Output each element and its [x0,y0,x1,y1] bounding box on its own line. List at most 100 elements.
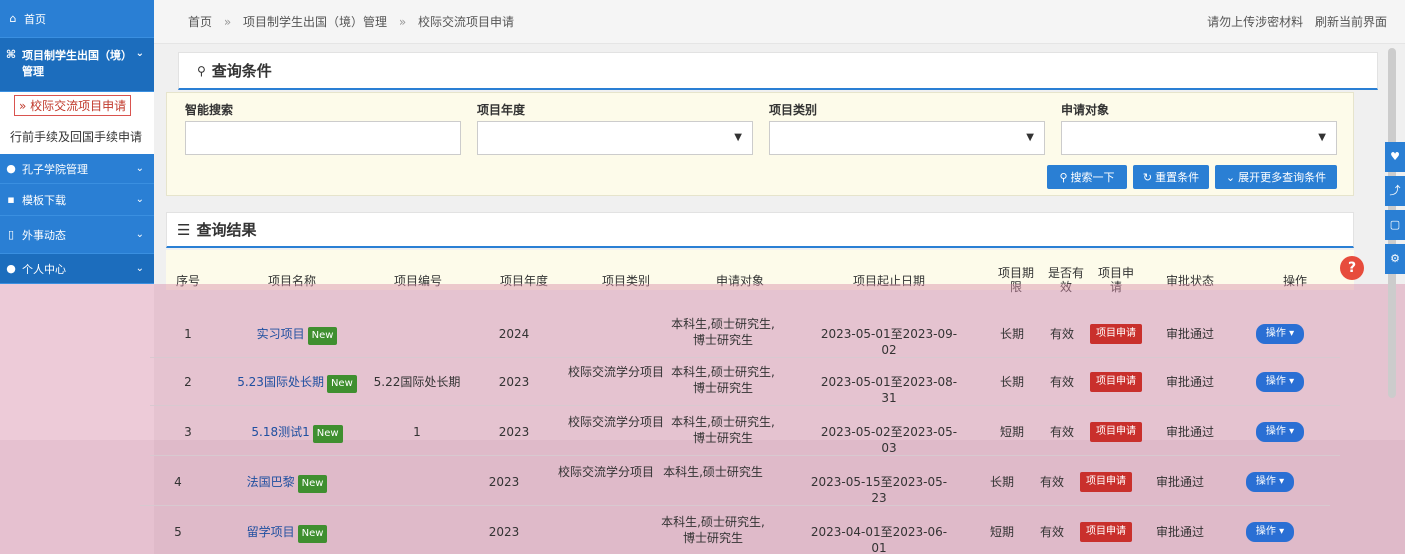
cell-no: 5 [174,525,182,539]
cell-year: 2024 [498,327,530,341]
table-row: 4 法国巴黎 New 2023 校际交流学分项目 本科生,硕士研究生 2023-05-15至… [140,456,1330,506]
header-target[interactable]: 申请对象 [680,274,800,288]
document-icon[interactable]: ▢ [1385,210,1405,240]
apply-button[interactable]: 项目申请 [1090,422,1142,442]
cell-category: 校际交流学分项目 [567,415,664,429]
search-icon: ⚲ [197,63,206,78]
cell-code: 1 [413,425,421,439]
operation-label: 操作 [1255,476,1276,487]
search-button[interactable]: ⚲ 搜索一下 [1047,165,1127,189]
caret-down-icon: ▾ [1275,526,1285,537]
operation-dropdown[interactable]: 操作 ▾ [1255,422,1305,442]
sidebar-item-home[interactable]: ⌂ 首页 [0,0,154,38]
cell-valid: 有效 [1049,425,1074,439]
project-name-link[interactable]: 留学项目 [247,525,295,539]
sidebar-item-label: 项目制学生出国（境）管理 [22,49,132,78]
cell-target: 本科生,硕士研究生 [663,465,763,479]
cell-no: 2 [184,375,192,389]
sidebar-item-confucius[interactable]: ● 孔子学院管理 ⌄ [0,154,154,184]
apply-button[interactable]: 项目申请 [1080,472,1132,492]
year-select[interactable] [477,121,753,155]
apply-button[interactable]: 项目申请 [1090,324,1142,344]
cell-term: 长期 [999,327,1024,341]
target-select[interactable] [1061,121,1337,155]
header-operation: 操作 [1282,274,1307,288]
breadcrumb-level1[interactable]: 项目制学生出国（境）管理 [243,15,387,29]
operation-dropdown[interactable]: 操作 ▾ [1245,522,1295,542]
user-icon: ● [6,262,16,275]
category-label: 项目类别 [769,103,818,117]
header-code[interactable]: 项目编号 [368,274,468,288]
sidebar-item-label: 校际交流项目申请 [30,98,127,113]
sidebar-item-personal[interactable]: ● 个人中心 ⌄ [0,254,154,284]
sidebar-item-templates[interactable]: ▪ 模板下载 ⌄ [0,184,154,216]
cell-target: 本科生,硕士研究生,博士研究生 [671,317,775,347]
settings-icon[interactable]: ⚙ [1385,244,1405,274]
search-icon: ⚲ [1059,170,1068,184]
circle-icon: ● [6,162,16,175]
operation-cell: 操作 ▾ [1250,324,1310,344]
sidebar-item-label: 个人中心 [22,262,66,276]
project-name-link[interactable]: 实习项目 [257,327,305,341]
expand-conditions-button[interactable]: ⌄ 展开更多查询条件 [1215,165,1337,189]
category-select[interactable] [769,121,1045,155]
chevron-down-icon: ⌄ [135,229,144,240]
cell-dates: 2023-04-01至2023-06-01 [810,525,948,554]
cell-year: 2023 [488,525,520,539]
operation-dropdown[interactable]: 操作 ▾ [1255,372,1305,392]
right-toolbar: ♥ ⤴ ▢ ⚙ [1383,96,1405,296]
cell-status: 审批通过 [1165,327,1214,341]
apply-cell: 项目申请 [1086,324,1146,344]
operation-label: 操作 [1265,376,1286,387]
operation-dropdown[interactable]: 操作 ▾ [1245,472,1295,492]
smart-search-label: 智能搜索 [185,103,234,117]
breadcrumb-separator: » [223,15,232,29]
smart-search-input[interactable] [185,121,461,155]
cell-status: 审批通过 [1165,425,1214,439]
header-valid[interactable]: 是否有效 [1048,266,1084,294]
refresh-link[interactable]: 刷新当前界面 [1315,15,1387,29]
query-title: 查询条件 [211,62,272,80]
download-icon: ▪ [7,193,15,206]
project-name-link[interactable]: 5.23国际处长期 [237,375,324,389]
project-name-cell: 留学项目 New [212,524,362,543]
apply-button[interactable]: 项目申请 [1080,522,1132,542]
query-panel-header: ⚲ 查询条件 [178,52,1378,90]
cell-year: 2023 [498,375,530,389]
operation-dropdown[interactable]: 操作 ▾ [1255,324,1305,344]
sidebar-item-project[interactable]: ⌘ 项目制学生出国（境）管理 ⌄ [0,38,154,92]
operation-cell: 操作 ▾ [1250,422,1310,442]
operation-cell: 操作 ▾ [1240,522,1300,542]
share-icon[interactable]: ⤴ [1385,176,1405,206]
header-term[interactable]: 项目期限 [998,266,1034,294]
project-name-cell: 5.18测试1 New [222,424,372,443]
header-name[interactable]: 项目名称 [242,274,342,288]
cell-valid: 有效 [1049,327,1074,341]
sidebar-item-foreign-news[interactable]: ▯ 外事动态 ⌄ [0,216,154,254]
cell-year: 2023 [488,475,520,489]
double-chevron-icon: » [19,98,27,113]
new-badge: New [326,375,357,393]
header-status[interactable]: 审批状态 [1150,274,1230,288]
project-name-link[interactable]: 法国巴黎 [247,475,295,489]
project-name-link[interactable]: 5.18测试1 [251,425,309,439]
table-row: 2 5.23国际处长期 New 5.22国际处长期 2023 校际交流学分项目 本科生,硕士… [150,356,1340,406]
sidebar-subitem-formalities[interactable]: 行前手续及回国手续申请 [0,118,154,154]
help-icon[interactable]: ? [1340,256,1364,280]
heart-icon[interactable]: ♥ [1385,142,1405,172]
header-dates[interactable]: 项目起止日期 [814,274,964,288]
new-badge: New [312,425,343,443]
cell-term: 长期 [989,475,1014,489]
header-year[interactable]: 项目年度 [484,274,564,288]
header-category[interactable]: 项目类别 [576,274,676,288]
reset-button[interactable]: ↻ 重置条件 [1133,165,1209,189]
sidebar-subitem-exchange[interactable]: » 校际交流项目申请 [0,92,154,118]
breadcrumb-home[interactable]: 首页 [188,15,212,29]
cell-status: 审批通过 [1165,375,1214,389]
header-no[interactable]: 序号 [168,274,208,288]
apply-cell: 项目申请 [1086,372,1146,392]
new-badge: New [297,475,328,493]
header-apply[interactable]: 项目申请 [1098,266,1134,294]
chevron-down-icon: ⌄ [135,194,144,205]
apply-button[interactable]: 项目申请 [1090,372,1142,392]
